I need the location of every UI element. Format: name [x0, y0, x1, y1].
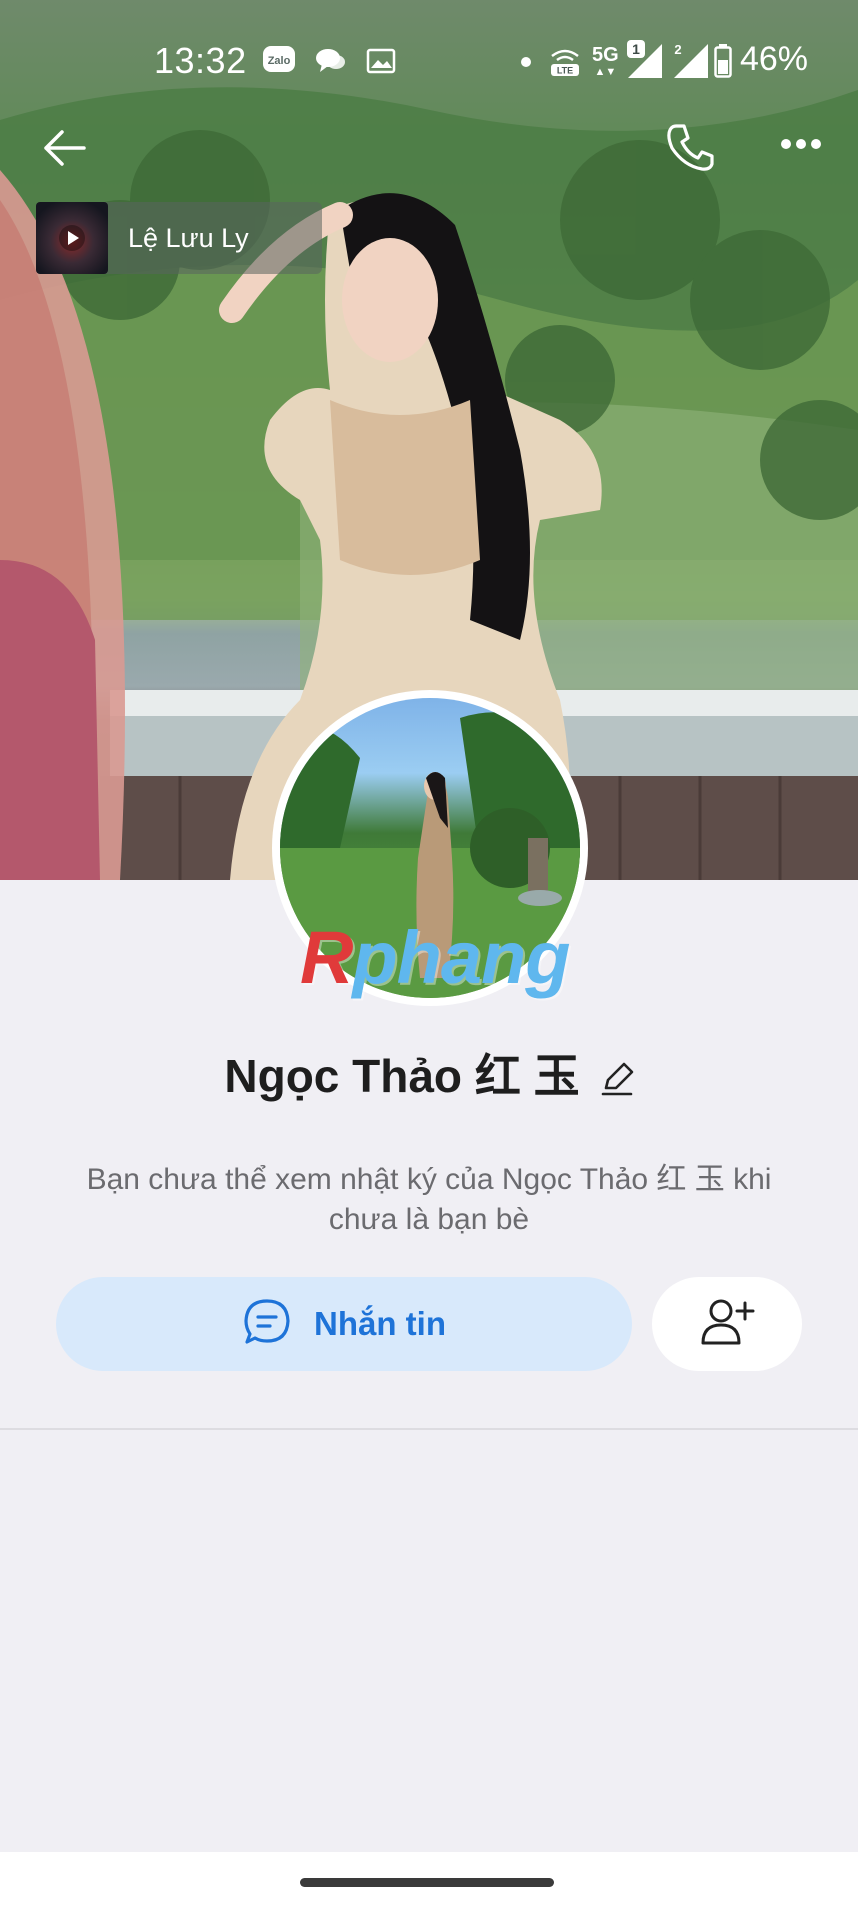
5g-icon: 5G ▲▼: [592, 44, 619, 78]
watermark-first-letter: R: [300, 916, 353, 999]
volte-icon-label: LTE: [557, 66, 573, 76]
message-button-label: Nhắn tin: [314, 1305, 446, 1342]
arrow-left-icon: [40, 130, 88, 174]
section-divider: [0, 1428, 858, 1430]
music-title: Lệ Lưu Ly: [128, 222, 249, 253]
profile-name: Ngọc Thảo 红 玉: [0, 1040, 858, 1107]
status-time: 13:32: [154, 40, 247, 81]
add-friend-icon: [699, 1297, 755, 1352]
music-thumbnail: [36, 202, 108, 274]
sim2-label: 2: [674, 42, 681, 57]
zalo-icon: Zalo: [262, 44, 296, 81]
sim1-label: 1: [632, 41, 640, 57]
pencil-icon[interactable]: [600, 1053, 634, 1107]
watermark-text: phang: [352, 916, 570, 999]
message-button[interactable]: Nhắn tin: [56, 1277, 632, 1371]
phone-icon: [664, 124, 716, 176]
chat-bubbles-icon: [314, 46, 346, 81]
profile-music-chip[interactable]: Lệ Lưu Ly: [36, 202, 322, 274]
call-button[interactable]: [664, 122, 716, 177]
privacy-note: Bạn chưa thể xem nhật ký của Ngọc Thảo 红…: [86, 1163, 772, 1236]
home-indicator[interactable]: [300, 1878, 554, 1887]
chat-bubble-icon: [242, 1297, 292, 1352]
battery-percent: 46%: [739, 40, 808, 78]
zalo-icon-label: Zalo: [268, 55, 291, 67]
profile-name-text: Ngọc Thảo 红 玉: [224, 1050, 580, 1102]
add-friend-button[interactable]: [652, 1277, 802, 1371]
network-type-label: 5G: [592, 44, 619, 66]
status-bar: 13:32 Zalo LTE 5G ▲▼ 1 2 46%: [0, 0, 858, 120]
volte-icon: LTE: [548, 44, 582, 83]
more-button[interactable]: [780, 136, 822, 157]
dot-icon: [520, 55, 532, 73]
signal-sim1-icon: 1: [624, 38, 664, 85]
play-icon: [58, 224, 86, 257]
battery-icon: [714, 44, 732, 83]
signal-sim2-icon: 2: [670, 38, 710, 85]
gallery-icon: [366, 48, 396, 79]
watermark-logo: Rphang: [300, 915, 570, 1000]
more-horizontal-icon: [780, 139, 822, 156]
back-button[interactable]: [40, 126, 88, 175]
